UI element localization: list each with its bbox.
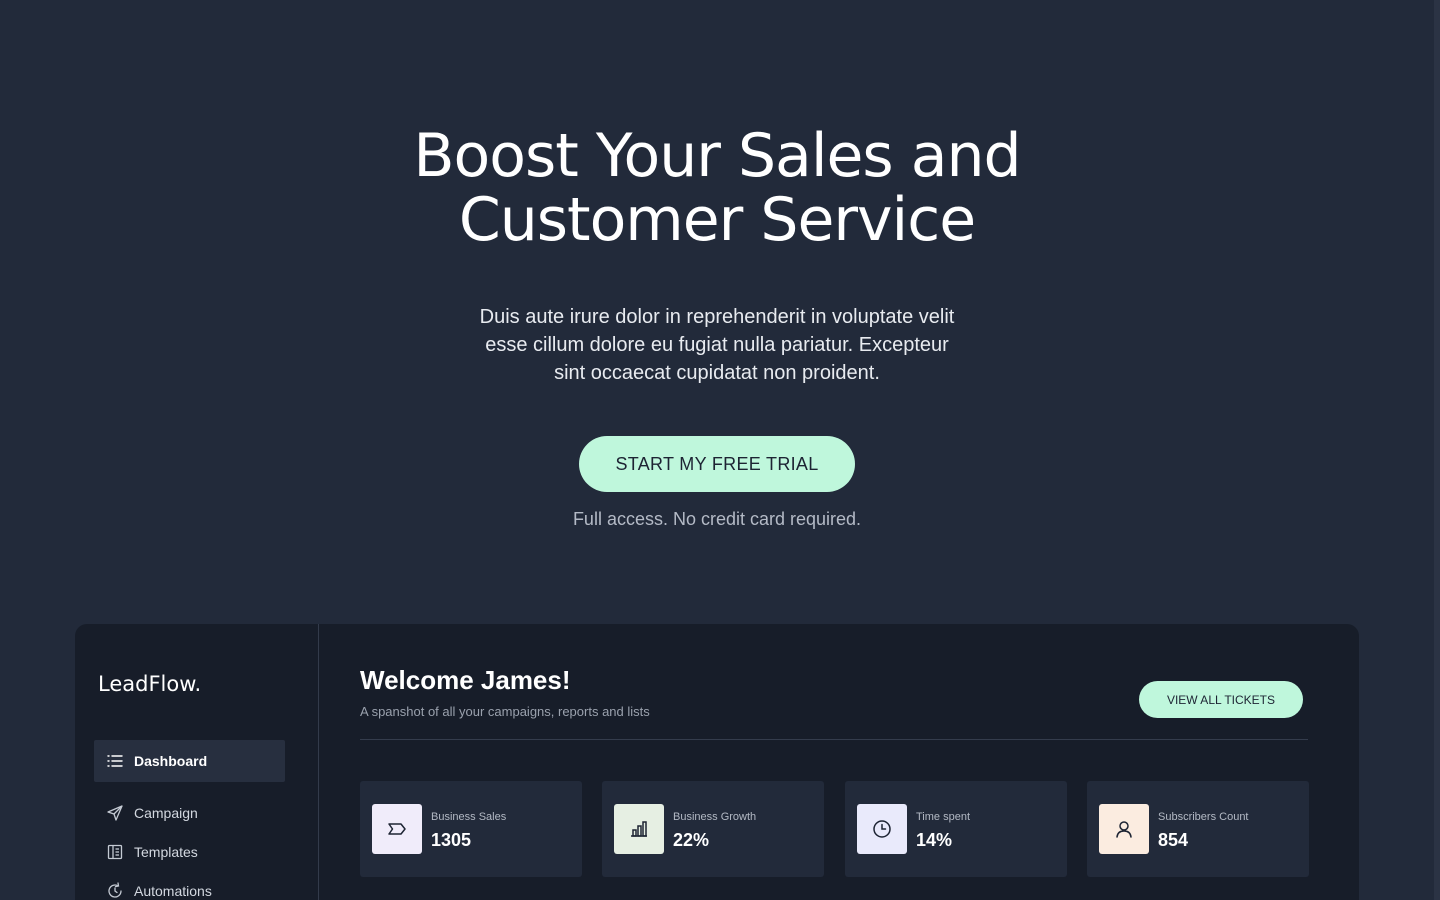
stat-card-time-spent[interactable]: Time spent 14% — [845, 781, 1067, 877]
stat-icon-box — [372, 804, 422, 854]
sidebar-item-automations[interactable]: Automations — [94, 870, 285, 900]
stat-card-business-growth[interactable]: Business Growth 22% — [602, 781, 824, 877]
send-icon — [107, 805, 123, 821]
stat-card-subscribers-count[interactable]: Subscribers Count 854 — [1087, 781, 1309, 877]
sidebar-item-label: Automations — [134, 883, 212, 899]
welcome-heading: Welcome James! — [360, 665, 571, 695]
list-icon — [107, 755, 123, 767]
hero-title-line2: Customer Service — [458, 185, 976, 255]
sidebar-item-label: Dashboard — [134, 753, 208, 769]
sidebar-item-campaign[interactable]: Campaign — [94, 792, 285, 834]
bar-chart-icon — [631, 821, 647, 837]
clock-icon — [873, 820, 891, 838]
app-logo: LeadFlow. — [98, 672, 202, 696]
book-icon — [107, 844, 123, 860]
stat-label: Subscribers Count — [1158, 811, 1249, 823]
stat-icon-box — [1099, 804, 1149, 854]
sidebar-item-dashboard[interactable]: Dashboard — [94, 740, 285, 782]
dashboard-preview: LeadFlow. Dashboard Campaign Templates A… — [75, 624, 1359, 900]
cta-note: Full access. No credit card required. — [572, 509, 862, 529]
stat-value: 14% — [916, 830, 953, 850]
divider — [360, 739, 1308, 740]
dashboard-main: Welcome James! A spanshot of all your ca… — [360, 624, 1309, 900]
scrollbar[interactable] — [1434, 0, 1440, 900]
start-free-trial-button[interactable]: START MY FREE TRIAL — [579, 436, 855, 492]
stat-value: 1305 — [431, 830, 472, 850]
user-icon — [1116, 821, 1132, 838]
hero-title-line1: Boost Your Sales and — [413, 121, 1021, 191]
stat-icon-box — [857, 804, 907, 854]
tag-icon — [388, 823, 406, 835]
stat-label: Business Sales — [431, 811, 507, 823]
welcome-subtitle: A spanshot of all your campaigns, report… — [360, 704, 650, 719]
stat-label: Time spent — [916, 811, 971, 823]
hero-title: Boost Your Sales and Customer Service — [0, 124, 1434, 252]
stat-icon-box — [614, 804, 664, 854]
view-all-tickets-button[interactable]: VIEW ALL TICKETS — [1139, 681, 1303, 718]
sidebar-item-label: Templates — [134, 844, 198, 860]
sidebar: LeadFlow. Dashboard Campaign Templates A… — [75, 624, 319, 900]
refresh-icon — [108, 882, 122, 898]
stat-value: 22% — [673, 830, 710, 850]
stat-label: Business Growth — [673, 811, 757, 823]
stat-card-business-sales[interactable]: Business Sales 1305 — [360, 781, 582, 877]
sidebar-item-label: Campaign — [134, 805, 198, 821]
stat-value: 854 — [1158, 830, 1189, 850]
sidebar-item-templates[interactable]: Templates — [94, 831, 285, 873]
hero-description: Duis aute irure dolor in reprehenderit i… — [479, 306, 955, 384]
